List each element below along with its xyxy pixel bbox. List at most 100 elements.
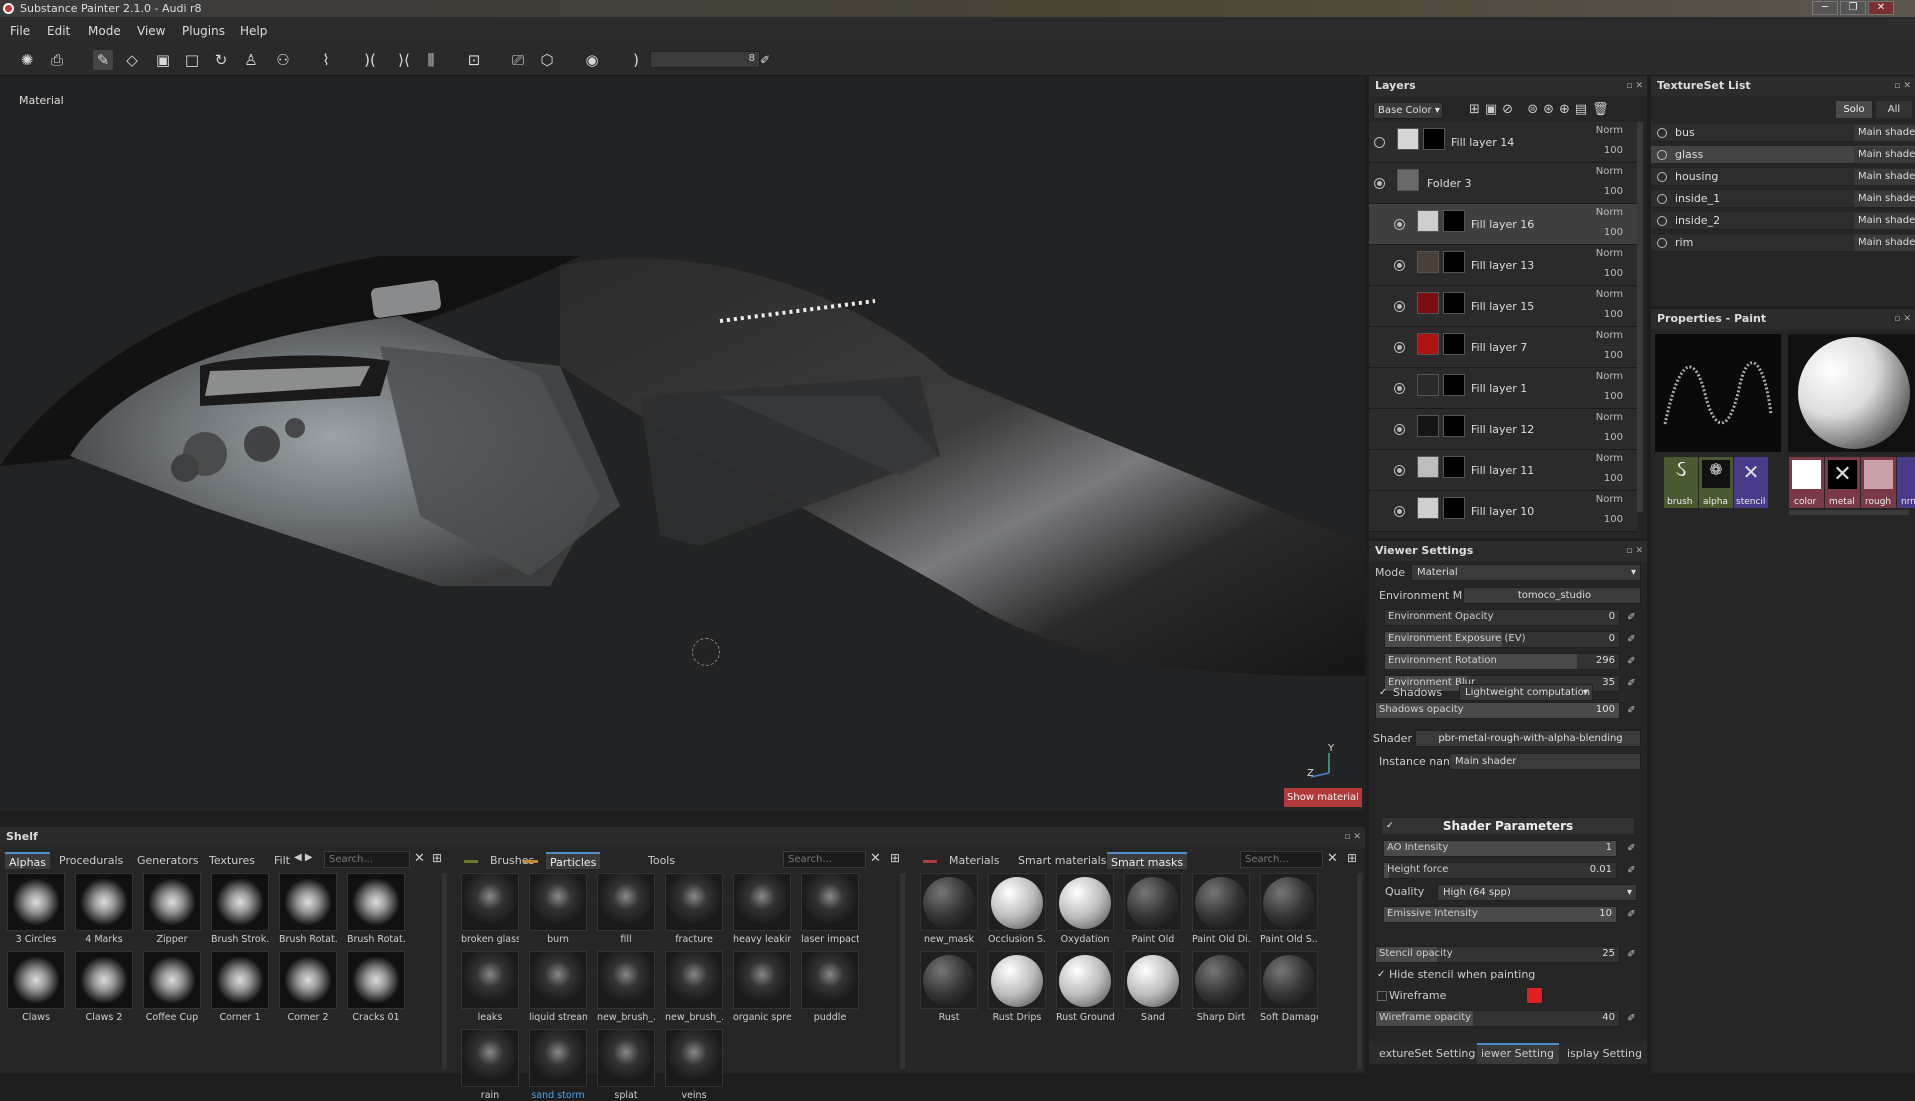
menu-help[interactable]: Help <box>240 24 267 38</box>
panel-float-icon[interactable]: ▫ ✕ <box>1894 309 1911 329</box>
shelf-item[interactable]: Paint Old S... <box>1260 873 1318 945</box>
channel-dropdown[interactable]: Base Color ▾ <box>1373 102 1443 119</box>
edit-pen-icon[interactable]: ✐ <box>1625 611 1638 624</box>
shelf-item[interactable]: Rust <box>920 951 978 1023</box>
menu-mode[interactable]: Mode <box>88 24 121 38</box>
masks-search-input[interactable]: Search... <box>1240 851 1323 868</box>
textureset-shader[interactable]: Main shader <box>1854 125 1915 141</box>
shader-field[interactable]: pbr-metal-rough-with-alpha-blending <box>1415 730 1641 747</box>
layer-opacity[interactable]: 100 <box>1604 268 1623 279</box>
layer-opacity[interactable]: 100 <box>1604 391 1623 402</box>
edit-pen-icon[interactable]: ✐ <box>1625 704 1638 717</box>
visibility-eye-icon[interactable] <box>1374 178 1385 189</box>
clone-stamp-icon[interactable]: ♙ <box>241 50 261 70</box>
tabs-scroll-arrows-icon[interactable]: ◀ ▶ <box>294 852 313 863</box>
edit-pen-icon[interactable]: ✐ <box>1625 948 1638 961</box>
shelf-item[interactable]: 4 Marks <box>75 873 133 945</box>
edit-pen-icon[interactable]: ✐ <box>1625 908 1638 921</box>
shelf-tab[interactable]: Materials <box>945 852 1003 869</box>
grid-view-icon[interactable]: ⊞ <box>890 851 900 865</box>
shelf-item[interactable]: organic spre... <box>733 951 791 1023</box>
minimize-button[interactable]: ─ <box>1812 1 1838 15</box>
shader-parameters-header[interactable]: ✓ Shader Parameters <box>1381 817 1635 835</box>
shelf-item[interactable]: Zipper <box>143 873 201 945</box>
shelf-item[interactable]: sand storm <box>529 1029 587 1101</box>
visibility-eye-icon[interactable] <box>1394 506 1405 517</box>
ao-intensity-slider[interactable]: AO Intensity 1 <box>1383 840 1617 857</box>
shelf-tab[interactable]: Textures <box>205 852 259 869</box>
layer-blend-mode[interactable]: Norm <box>1596 330 1623 341</box>
layer-blend-mode[interactable]: Norm <box>1596 494 1623 505</box>
textureset-shader[interactable]: Main shader <box>1854 213 1915 229</box>
shelf-item[interactable]: Brush Rotat... <box>347 873 405 945</box>
show-material-button[interactable]: Show material <box>1284 788 1362 807</box>
environment-slider[interactable]: Environment Opacity 0 <box>1384 609 1620 626</box>
visibility-eye-icon[interactable] <box>1374 137 1385 148</box>
layer-row[interactable]: Fill layer 10 Norm 100 <box>1369 491 1637 532</box>
substance-logo-icon[interactable]: ✺ <box>17 50 37 70</box>
textureset-row[interactable]: bus Main shader <box>1651 124 1915 142</box>
shelf-item[interactable]: Cracks 01 <box>347 951 405 1023</box>
shelf-item[interactable]: Paint Old <box>1124 873 1182 945</box>
shadows-checkbox[interactable]: ✓ <box>1379 688 1389 698</box>
textureset-radio[interactable] <box>1657 194 1667 204</box>
textureset-row[interactable]: inside_2 Main shader <box>1651 212 1915 230</box>
tab-display-settings[interactable]: isplay Setting <box>1567 1047 1642 1060</box>
shelf-item[interactable]: Claws 2 <box>75 951 133 1023</box>
shelf-tab[interactable]: Particles <box>546 852 601 869</box>
layer-blend-mode[interactable]: Norm <box>1596 125 1623 136</box>
close-window-button[interactable]: ✕ <box>1868 1 1894 15</box>
shelf-item[interactable]: puddle <box>801 951 859 1023</box>
shelf-item[interactable]: new_mask <box>920 873 978 945</box>
solo-button[interactable]: Solo <box>1836 101 1872 118</box>
layer-opacity[interactable]: 100 <box>1604 186 1623 197</box>
layer-row[interactable]: Folder 3 Norm 100 <box>1369 163 1637 204</box>
textureset-shader[interactable]: Main shader <box>1854 235 1915 251</box>
edit-pen-icon[interactable]: ✐ <box>1625 864 1638 877</box>
eraser-icon[interactable]: ◇ <box>122 50 142 70</box>
symmetry-mirror-icon[interactable]: ⟩⟨ <box>394 50 414 70</box>
layer-opacity[interactable]: 100 <box>1604 432 1623 443</box>
hide-stencil-checkbox[interactable]: ✓ <box>1377 970 1387 980</box>
shelf-item[interactable]: fracture <box>665 873 723 945</box>
shelf-item[interactable]: rain <box>461 1029 519 1101</box>
alphas-search-input[interactable]: Search... <box>324 851 410 868</box>
shelf-item[interactable]: Paint Old Di... <box>1192 873 1250 945</box>
shelf-tab[interactable]: Smart materials <box>1014 852 1110 869</box>
textureset-row[interactable]: inside_1 Main shader <box>1651 190 1915 208</box>
shadows-opacity-slider[interactable]: Shadows opacity 100 <box>1375 702 1620 719</box>
layer-row[interactable]: Fill layer 12 Norm 100 <box>1369 409 1637 450</box>
projection-icon[interactable]: ▣ <box>153 50 173 70</box>
shelf-item[interactable]: Soft Damages <box>1260 951 1318 1023</box>
particles-search-input[interactable]: Search... <box>783 851 866 868</box>
mode-dropdown[interactable]: Material ▾ <box>1411 564 1641 581</box>
shelf-item[interactable]: new_brush_... <box>597 951 655 1023</box>
layer-opacity[interactable]: 100 <box>1604 145 1623 156</box>
clear-search-icon[interactable]: ✕ <box>414 851 425 866</box>
wireframe-checkbox[interactable] <box>1377 991 1387 1001</box>
layer-blend-mode[interactable]: Norm <box>1596 207 1623 218</box>
shelf-item[interactable]: Corner 2 <box>279 951 337 1023</box>
textureset-row[interactable]: rim Main shader <box>1651 234 1915 252</box>
properties-h-scrollbar[interactable] <box>1789 510 1909 515</box>
all-button[interactable]: All <box>1876 101 1912 118</box>
shelf-item[interactable]: Brush Rotat... <box>279 873 337 945</box>
panel-float-icon[interactable]: ▫ ✕ <box>1894 76 1911 96</box>
environment-slider[interactable]: Environment Exposure (EV) 0 <box>1384 631 1620 648</box>
shelf-item[interactable]: Sand <box>1124 951 1182 1023</box>
camera-2d-icon[interactable]: ⊡ <box>464 50 484 70</box>
color-picker-icon[interactable]: ⌇ <box>316 50 336 70</box>
symmetry-radial-icon[interactable]: ⫼ <box>421 50 441 70</box>
edit-pen-icon[interactable]: ✐ <box>755 50 775 70</box>
wireframe-opacity-slider[interactable]: Wireframe opacity 40 <box>1375 1010 1620 1027</box>
edit-pen-icon[interactable]: ✐ <box>1625 655 1638 668</box>
smudge-icon[interactable]: ↻ <box>211 50 231 70</box>
grid-view-icon[interactable]: ⊞ <box>1347 851 1357 865</box>
shelf-item[interactable]: 3 Circles <box>7 873 65 945</box>
shelf-tab[interactable]: Alphas <box>5 852 51 869</box>
shelf-tab[interactable]: Generators <box>133 852 203 869</box>
shelf-item[interactable]: broken glass <box>461 873 519 945</box>
shelf-item[interactable]: Brush Strok... <box>211 873 269 945</box>
shelf-tab[interactable]: Tools <box>644 852 679 869</box>
layer-blend-mode[interactable]: Norm <box>1596 371 1623 382</box>
